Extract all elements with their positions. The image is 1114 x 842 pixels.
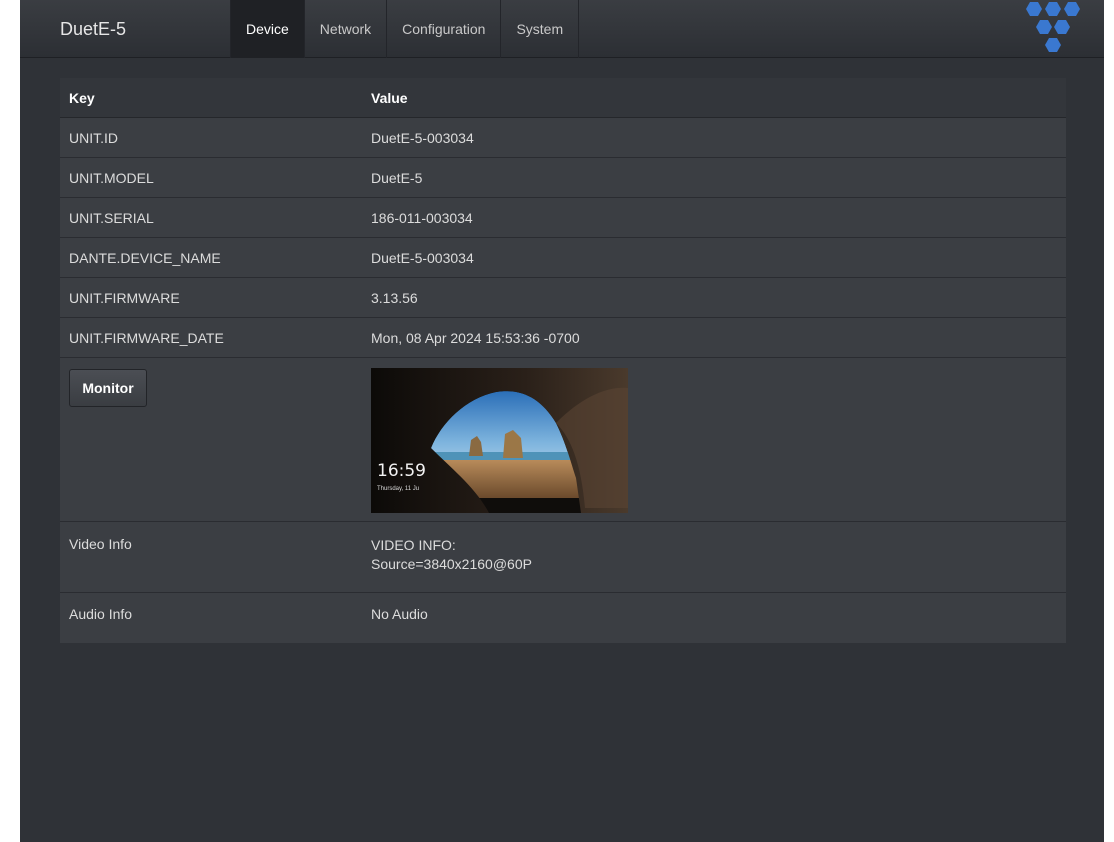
row-key: DANTE.DEVICE_NAME xyxy=(69,250,221,266)
video-info-value: VIDEO INFO: Source=3840x2160@60P xyxy=(371,536,532,574)
preview-clock: 16:59 xyxy=(377,461,426,481)
table-row: UNIT.FIRMWARE_DATE Mon, 08 Apr 2024 15:5… xyxy=(60,318,1066,358)
video-info-key: Video Info xyxy=(69,536,132,552)
row-value: DuetE-5-003034 xyxy=(371,250,474,266)
row-key: UNIT.MODEL xyxy=(69,170,154,186)
monitor-row: Monitor 16:59 Thursday, 11 Ju xyxy=(60,358,1066,522)
row-value: 3.13.56 xyxy=(371,290,418,306)
row-key: UNIT.FIRMWARE xyxy=(69,290,180,306)
top-navbar: DuetE-5 Device Network Configuration Sys… xyxy=(20,0,1104,58)
video-info-row: Video Info VIDEO INFO: Source=3840x2160@… xyxy=(60,522,1066,593)
table-row: DANTE.DEVICE_NAME DuetE-5-003034 xyxy=(60,238,1066,278)
header-value: Value xyxy=(371,90,408,106)
table-row: UNIT.FIRMWARE 3.13.56 xyxy=(60,278,1066,318)
tab-system[interactable]: System xyxy=(500,0,580,58)
audio-info-value: No Audio xyxy=(371,606,428,622)
device-info-table: Key Value UNIT.ID DuetE-5-003034 UNIT.MO… xyxy=(60,78,1066,643)
row-value: 186-011-003034 xyxy=(371,210,473,226)
tab-device[interactable]: Device xyxy=(230,0,304,58)
tab-network[interactable]: Network xyxy=(303,0,386,58)
row-key: UNIT.ID xyxy=(69,130,118,146)
header-key: Key xyxy=(69,90,95,106)
preview-date: Thursday, 11 Ju xyxy=(377,486,420,492)
hexagon-cluster-logo-icon xyxy=(1026,2,1080,52)
audio-info-key: Audio Info xyxy=(69,606,133,622)
app-frame: DuetE-5 Device Network Configuration Sys… xyxy=(20,0,1104,842)
row-value: Mon, 08 Apr 2024 15:53:36 -0700 xyxy=(371,330,580,346)
table-header-row: Key Value xyxy=(60,78,1066,118)
table-row: UNIT.ID DuetE-5-003034 xyxy=(60,118,1066,158)
row-value: DuetE-5-003034 xyxy=(371,130,474,146)
row-key: UNIT.FIRMWARE_DATE xyxy=(69,330,224,346)
row-key: UNIT.SERIAL xyxy=(69,210,154,226)
video-info-line2: Source=3840x2160@60P xyxy=(371,556,532,572)
table-row: UNIT.SERIAL 186-011-003034 xyxy=(60,198,1066,238)
tab-configuration[interactable]: Configuration xyxy=(386,0,500,58)
table-row: UNIT.MODEL DuetE-5 xyxy=(60,158,1066,198)
video-info-line1: VIDEO INFO: xyxy=(371,537,456,553)
monitor-button[interactable]: Monitor xyxy=(69,369,147,407)
video-preview-thumbnail: 16:59 Thursday, 11 Ju xyxy=(371,368,628,513)
brand-title[interactable]: DuetE-5 xyxy=(60,0,126,58)
nav-tabs: Device Network Configuration System xyxy=(230,0,580,58)
audio-info-row: Audio Info No Audio xyxy=(60,593,1066,643)
row-value: DuetE-5 xyxy=(371,170,423,186)
